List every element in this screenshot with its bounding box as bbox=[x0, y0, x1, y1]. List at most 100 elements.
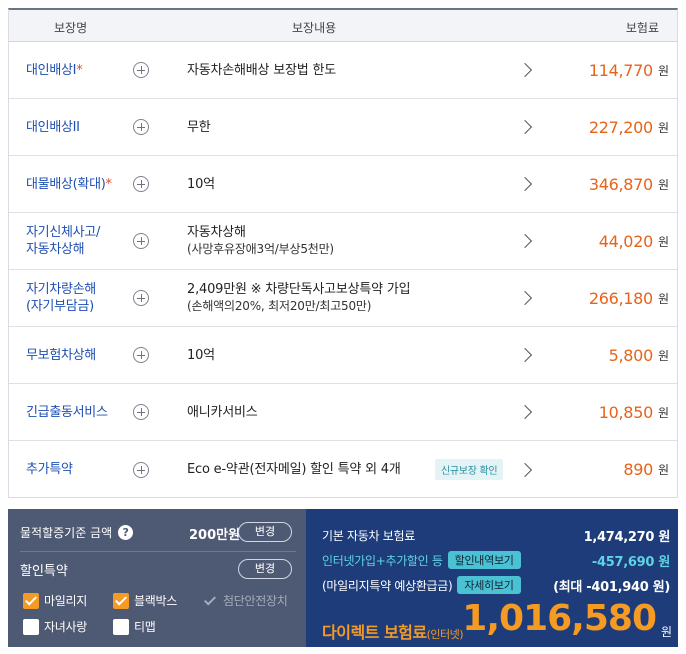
checkbox-checked-icon[interactable] bbox=[23, 592, 39, 609]
table-row[interactable]: 추가특약 Eco e-약관(전자메일) 할인 특약 외 4개 신규보장 확인 890 원 bbox=[9, 441, 677, 498]
plus-circle-icon[interactable] bbox=[133, 290, 149, 306]
plus-circle-icon[interactable] bbox=[133, 176, 149, 192]
discount-row: 할인특약 변경 bbox=[20, 558, 296, 580]
coverage-name-line1: 대인배상II bbox=[26, 119, 80, 136]
checkbox-unchecked-icon[interactable] bbox=[23, 618, 39, 635]
table-row[interactable]: 무보험차상해 10억 5,800 원 bbox=[9, 327, 677, 384]
help-icon[interactable]: ? bbox=[118, 524, 134, 540]
direct-premium-label: 다이렉트 보험료(인터넷) bbox=[322, 619, 464, 643]
plus-circle-icon[interactable] bbox=[133, 119, 149, 135]
coverage-name-line1: 긴급출동서비스 bbox=[26, 404, 108, 421]
chevron-right-icon[interactable] bbox=[517, 62, 533, 78]
mileage-refund-value: (최대 -401,940 원) bbox=[553, 579, 670, 595]
discount-details-button[interactable]: 할인내역보기 bbox=[447, 551, 521, 569]
coverage-content: 10억 bbox=[187, 156, 215, 212]
checkbox-unchecked-icon[interactable] bbox=[113, 618, 129, 635]
premium-cell: 114,770 원 bbox=[589, 42, 669, 98]
premium-amount: 227,200 bbox=[588, 117, 653, 137]
checkbox-label: 마일리지 bbox=[44, 594, 87, 608]
coverage-content: 2,409만원 ※ 차량단독사고보상특약 가입 (손해액의20%, 최저20만/최… bbox=[187, 270, 411, 326]
coverage-name[interactable]: 긴급출동서비스 bbox=[26, 384, 108, 440]
premium-cell: 346,870 원 bbox=[589, 156, 669, 212]
coverage-name[interactable]: 대인배상II bbox=[26, 99, 80, 155]
coverage-name-text: 대물배상(확대) bbox=[26, 176, 106, 192]
premium-amount: 890 bbox=[623, 460, 653, 479]
header-premium: 보험료 bbox=[625, 21, 659, 35]
coverage-name-text: 대인배상I bbox=[26, 62, 77, 78]
coverage-name-text: 추가특약 bbox=[26, 462, 73, 477]
summary-panel: 기본 자동차 보험료 1,474,270 원 인터넷가입+추가할인 등 할인내역… bbox=[306, 509, 678, 647]
premium-currency: 원 bbox=[657, 463, 669, 477]
checkbox-blackbox[interactable]: 블랙박스 bbox=[113, 592, 177, 609]
property-damage-amount: 200만원 bbox=[189, 528, 241, 543]
checkbox-checked-icon[interactable] bbox=[113, 592, 129, 609]
coverage-name-text: 대인배상II bbox=[26, 119, 80, 135]
chevron-right-icon[interactable] bbox=[517, 119, 533, 135]
premium-currency: 원 bbox=[657, 291, 669, 306]
checkbox-label: 자녀사랑 bbox=[44, 620, 87, 634]
table-row[interactable]: 자기차량손해 (자기부담금) 2,409만원 ※ 차량단독사고보상특약 가입 (손해액… bbox=[9, 270, 677, 327]
coverage-name[interactable]: 대물배상(확대)* bbox=[26, 156, 112, 212]
coverage-content-line1: 10억 bbox=[187, 347, 215, 363]
plus-circle-icon[interactable] bbox=[133, 347, 149, 363]
coverage-name-line1: 자기차량손해 bbox=[26, 281, 96, 298]
chevron-right-icon[interactable] bbox=[517, 462, 533, 477]
checkbox-label: 티맵 bbox=[134, 620, 156, 634]
premium-cell: 227,200 원 bbox=[589, 99, 669, 155]
mileage-refund-row: (마일리지특약 예상환급금) 자세히보기 (최대 -401,940 원) bbox=[322, 576, 670, 595]
property-damage-label: 물적할증기준 금액 bbox=[20, 525, 113, 540]
checkbox-child[interactable]: 자녀사랑 bbox=[23, 618, 87, 635]
premium-cell: 890 원 bbox=[623, 441, 669, 498]
internet-discount-label: 인터넷가입+추가할인 등 bbox=[322, 553, 443, 568]
coverage-table: 보장명 보장내용 보험료 대인배상I* 자동차손해배상 보장법 한도 114,770… bbox=[8, 8, 678, 498]
coverage-content-line1: 자동차상해 bbox=[187, 225, 246, 240]
mileage-details-button[interactable]: 자세히보기 bbox=[457, 576, 521, 594]
table-row[interactable]: 대물배상(확대)* 10억 346,870 원 bbox=[9, 156, 677, 213]
chevron-right-icon[interactable] bbox=[517, 176, 533, 192]
coverage-name-text: 긴급출동서비스 bbox=[26, 404, 108, 420]
premium-currency: 원 bbox=[657, 63, 669, 78]
coverage-name-line1: 대물배상(확대)* bbox=[26, 176, 112, 193]
discount-change-button[interactable]: 변경 bbox=[238, 559, 292, 579]
options-panel: 물적할증기준 금액 ? 200만원 변경 할인특약 변경 마일리지 블랙박스 첨… bbox=[8, 509, 306, 647]
coverage-name-line1: 대인배상I* bbox=[26, 62, 83, 79]
coverage-name-line1: 자기신체사고/ bbox=[26, 224, 100, 241]
plus-circle-icon[interactable] bbox=[133, 62, 149, 78]
table-row[interactable]: 자기신체사고/자동차상해 자동차상해 (사망후유장애3억/부상5천만) 44,020 원 bbox=[9, 213, 677, 270]
checkbox-tmap[interactable]: 티맵 bbox=[113, 618, 156, 635]
premium-currency: 원 bbox=[657, 348, 669, 363]
internet-discount-value: -457,690 원 bbox=[591, 554, 670, 570]
coverage-content-line1: 2,409만원 ※ 차량단독사고보상특약 가입 bbox=[187, 282, 411, 297]
coverage-content-line1: 자동차손해배상 보장법 한도 bbox=[187, 62, 336, 78]
coverage-content: Eco e-약관(전자메일) 할인 특약 외 4개 bbox=[187, 441, 401, 498]
checkbox-safety-device: 첨단안전장치 bbox=[202, 592, 288, 609]
table-row[interactable]: 대인배상II 무한 227,200 원 bbox=[9, 99, 677, 156]
plus-circle-icon[interactable] bbox=[133, 461, 149, 478]
header-coverage-content: 보장내용 bbox=[292, 21, 337, 35]
coverage-name[interactable]: 대인배상I* bbox=[26, 42, 83, 98]
plus-circle-icon[interactable] bbox=[133, 233, 149, 249]
coverage-name[interactable]: 자기차량손해 (자기부담금) bbox=[26, 270, 96, 326]
chevron-right-icon[interactable] bbox=[517, 404, 533, 420]
table-row[interactable]: 대인배상I* 자동차손해배상 보장법 한도 114,770 원 bbox=[9, 42, 677, 99]
chevron-right-icon[interactable] bbox=[517, 290, 533, 306]
checkbox-label: 블랙박스 bbox=[134, 594, 177, 608]
coverage-name[interactable]: 자기신체사고/자동차상해 bbox=[26, 213, 100, 269]
coverage-name[interactable]: 무보험차상해 bbox=[26, 327, 96, 383]
plus-circle-icon[interactable] bbox=[133, 404, 149, 420]
chevron-right-icon[interactable] bbox=[517, 233, 533, 249]
direct-premium-amount: 1,016,580 bbox=[462, 598, 657, 639]
new-coverage-badge[interactable]: 신규보장 확인 bbox=[435, 459, 504, 480]
coverage-name-line2: (자기부담금) bbox=[26, 299, 94, 314]
chevron-right-icon[interactable] bbox=[517, 347, 533, 363]
coverage-name[interactable]: 추가특약 bbox=[26, 441, 73, 498]
coverage-content-line2: (사망후유장애3억/부상5천만) bbox=[187, 242, 334, 256]
premium-amount: 44,020 bbox=[598, 231, 653, 251]
table-row[interactable]: 긴급출동서비스 애니카서비스 10,850 원 bbox=[9, 384, 677, 441]
premium-cell: 266,180 원 bbox=[589, 270, 669, 326]
coverage-content-line2: (손해액의20%, 최저20만/최고50만) bbox=[187, 299, 372, 313]
property-change-button[interactable]: 변경 bbox=[238, 522, 292, 542]
checkbox-mileage[interactable]: 마일리지 bbox=[23, 592, 87, 609]
coverage-content: 자동차손해배상 보장법 한도 bbox=[187, 42, 336, 98]
premium-currency: 원 bbox=[657, 234, 669, 249]
